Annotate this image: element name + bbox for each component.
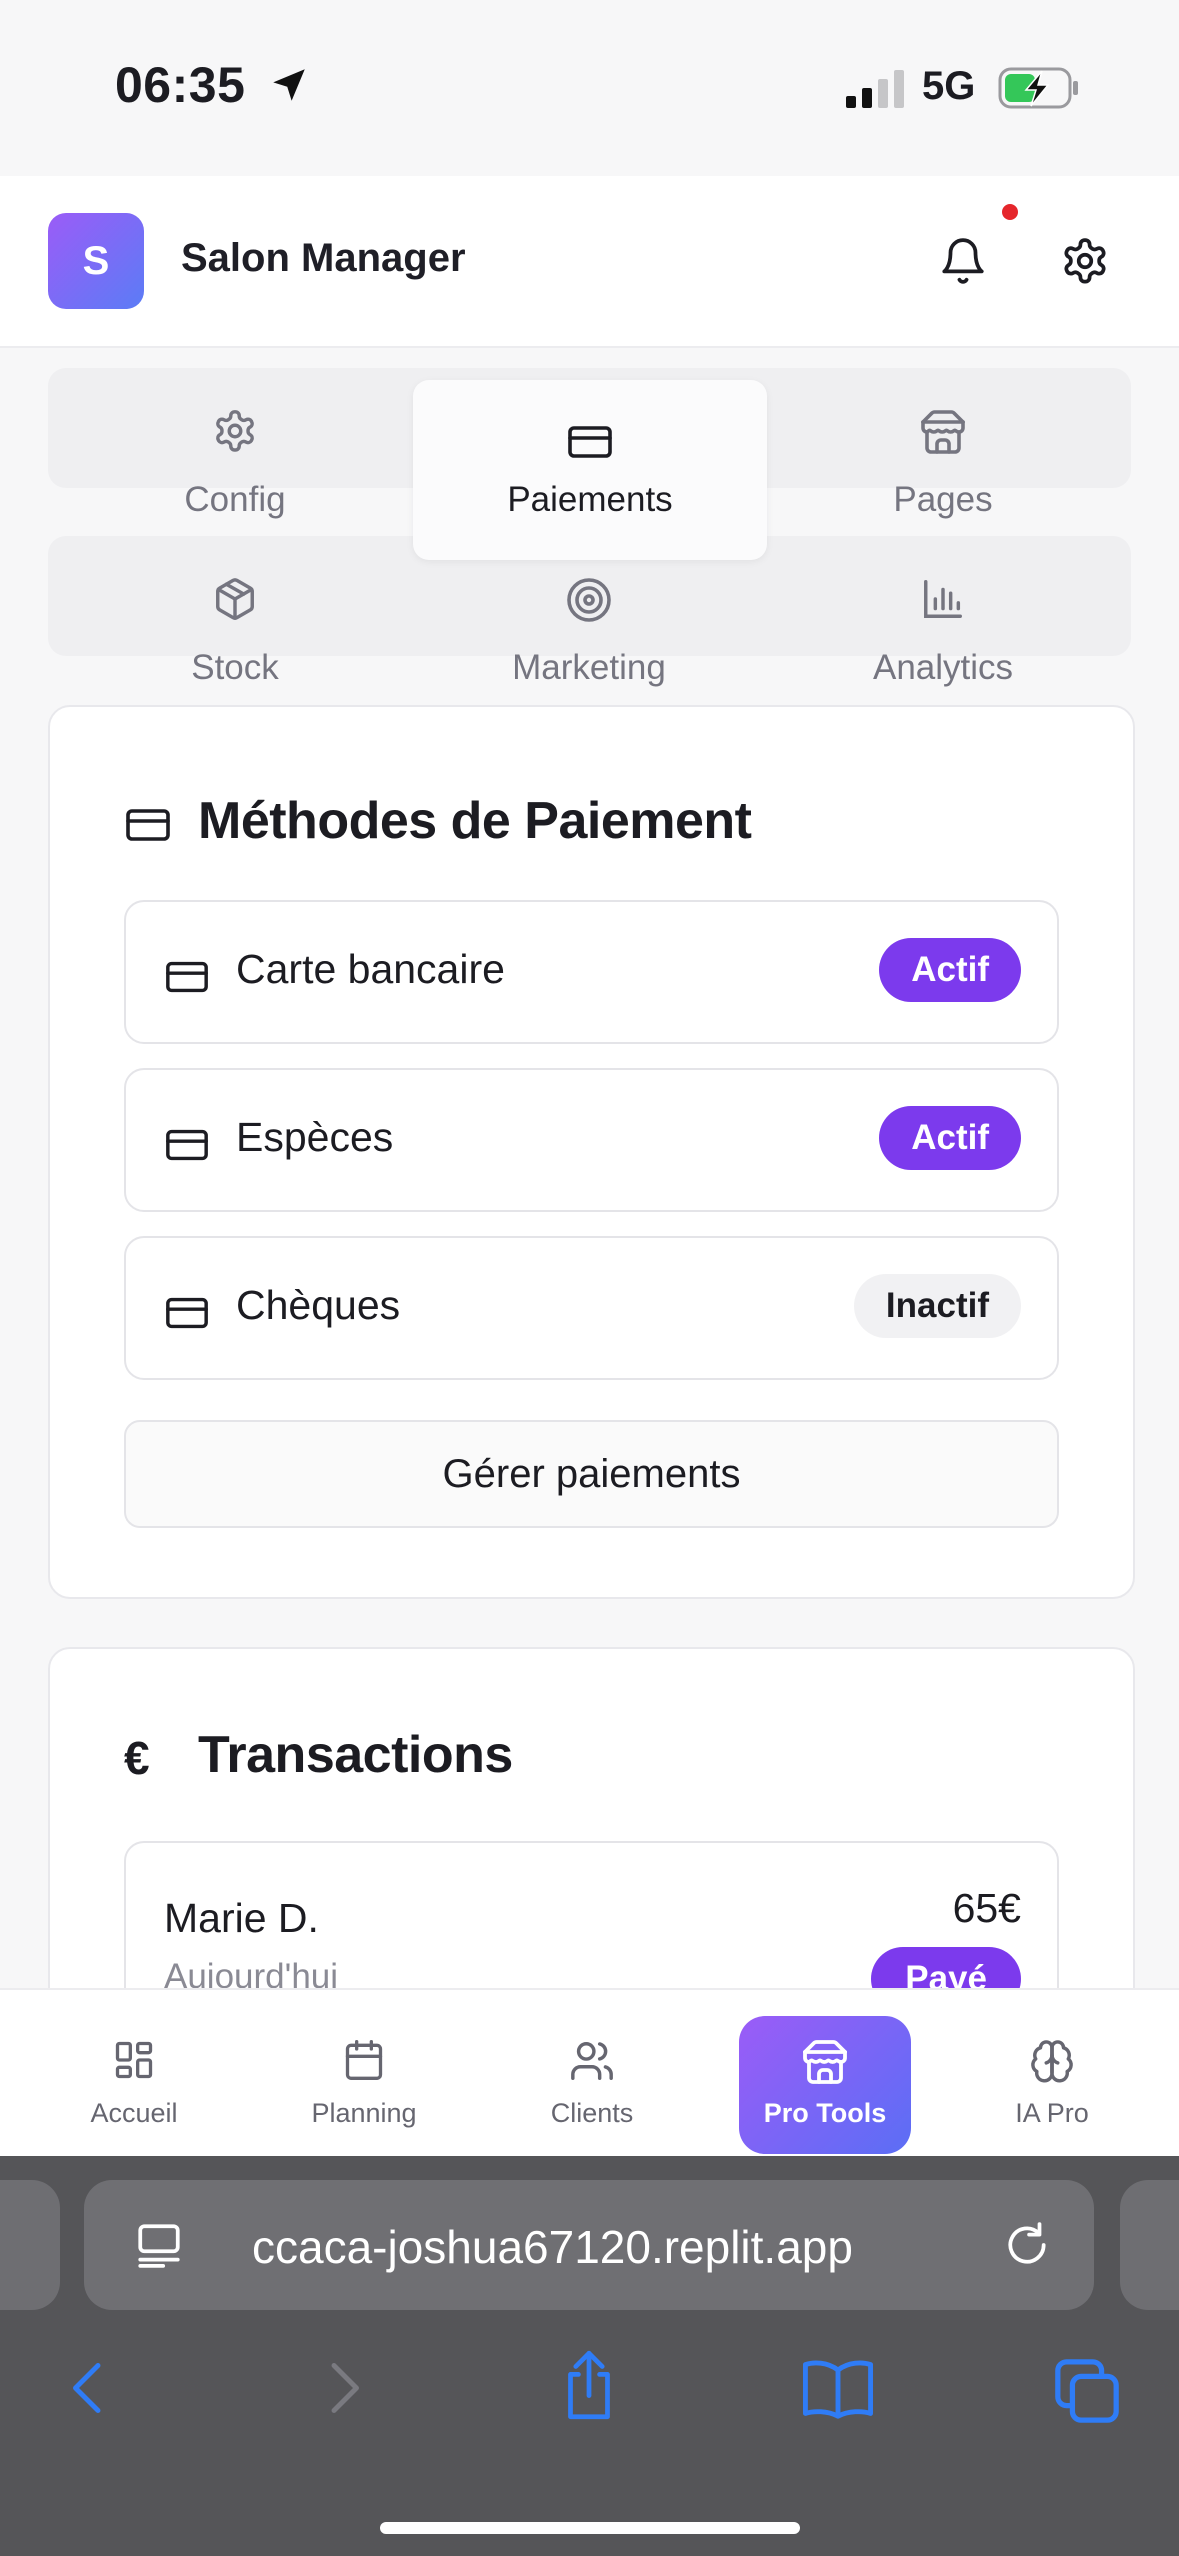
status-badge: Actif <box>879 1106 1021 1170</box>
reader-icon <box>138 2224 180 2268</box>
bell-icon <box>942 238 984 284</box>
browser-chrome: ccaca-joshua67120.replit.app <box>0 2156 1179 2556</box>
payment-method-row[interactable]: Espèces Actif <box>124 1068 1059 1212</box>
bottom-nav: Accueil Planning Clients Pro Tools IA Pr… <box>0 1988 1179 2158</box>
target-icon <box>567 578 611 622</box>
store-icon <box>921 410 965 454</box>
payment-methods-title: Méthodes de Paiement <box>198 792 752 850</box>
payment-methods-card: Méthodes de Paiement Carte bancaire Acti… <box>48 705 1135 1599</box>
gear-icon <box>216 410 254 452</box>
gear-icon <box>1064 238 1106 284</box>
nav-accueil-label: Accueil <box>90 2098 178 2128</box>
reload-icon[interactable] <box>1002 2220 1052 2270</box>
nav-ia-pro[interactable]: IA Pro <box>952 1990 1152 2158</box>
transaction-client-name: Marie D. <box>164 1895 319 1941</box>
back-icon[interactable] <box>62 2356 116 2420</box>
location-arrow-icon <box>273 69 305 101</box>
tab-config[interactable]: Config <box>58 372 412 542</box>
settings-button[interactable] <box>1060 236 1110 286</box>
tab-pages-label: Pages <box>893 480 993 519</box>
app-logo: S <box>48 213 144 309</box>
grid-icon <box>115 2041 153 2079</box>
bar-chart-icon <box>924 580 962 618</box>
package-icon <box>216 578 254 620</box>
payment-method-label: Chèques <box>236 1282 401 1328</box>
credit-card-icon <box>166 1129 208 1161</box>
notifications-button[interactable] <box>938 236 988 286</box>
next-tab-pill[interactable] <box>1120 2180 1179 2310</box>
payment-method-label: Espèces <box>236 1114 394 1160</box>
nav-pro-tools-label: Pro Tools <box>763 2098 887 2128</box>
tab-paiements[interactable]: Paiements <box>413 380 767 560</box>
bookmarks-icon[interactable] <box>800 2356 876 2422</box>
url-text: ccaca-joshua67120.replit.app <box>252 2221 853 2273</box>
credit-card-icon <box>166 1297 208 1329</box>
tab-pages[interactable]: Pages <box>766 372 1120 542</box>
nav-planning-label: Planning <box>311 2098 417 2128</box>
payment-method-label: Carte bancaire <box>236 946 505 992</box>
credit-card-icon <box>568 426 612 458</box>
cellular-signal-icon <box>846 70 904 108</box>
previous-tab-pill[interactable] <box>0 2180 60 2310</box>
notification-dot <box>1002 204 1018 220</box>
tab-marketing-label: Marketing <box>512 648 666 687</box>
tab-stock[interactable]: Stock <box>58 540 412 710</box>
nav-pro-tools[interactable]: Pro Tools <box>739 2016 911 2154</box>
status-badge: Inactif <box>853 1274 1021 1338</box>
transaction-amount: 65€ <box>952 1885 1021 1931</box>
users-icon <box>571 2042 613 2080</box>
nav-clients-label: Clients <box>550 2098 634 2128</box>
nav-accueil[interactable]: Accueil <box>34 1990 234 2158</box>
status-badge: Actif <box>879 938 1021 1002</box>
transactions-title: Transactions <box>198 1726 513 1784</box>
tab-analytics-label: Analytics <box>872 648 1014 687</box>
tab-stock-label: Stock <box>191 648 279 687</box>
network-type: 5G <box>922 64 976 108</box>
home-indicator <box>380 2522 800 2534</box>
credit-card-icon <box>166 961 208 993</box>
calendar-icon <box>345 2040 383 2080</box>
store-icon <box>803 2040 847 2084</box>
tabs-icon[interactable] <box>1052 2356 1122 2426</box>
payment-method-row[interactable]: Carte bancaire Actif <box>124 900 1059 1044</box>
brain-icon <box>1031 2040 1073 2083</box>
address-bar[interactable]: ccaca-joshua67120.replit.app <box>84 2180 1094 2310</box>
status-bar: 06:35 5G <box>0 0 1179 176</box>
app-header: S Salon Manager <box>0 176 1179 348</box>
tab-marketing[interactable]: Marketing <box>412 540 766 710</box>
tab-analytics[interactable]: Analytics <box>766 540 1120 710</box>
euro-icon: € <box>124 1732 150 1784</box>
credit-card-icon <box>126 809 170 841</box>
status-time: 06:35 <box>115 57 246 113</box>
tab-paiements-label: Paiements <box>507 480 673 519</box>
nav-ia-pro-label: IA Pro <box>1015 2098 1089 2128</box>
battery-charging-icon <box>998 67 1078 109</box>
nav-planning[interactable]: Planning <box>264 1990 464 2158</box>
share-icon[interactable] <box>556 2348 622 2422</box>
payment-method-row[interactable]: Chèques Inactif <box>124 1236 1059 1380</box>
app-title: Salon Manager <box>181 236 466 280</box>
tab-config-label: Config <box>184 480 286 519</box>
forward-icon[interactable] <box>316 2356 370 2420</box>
manage-payments-button[interactable]: Gérer paiements <box>124 1420 1059 1528</box>
nav-clients[interactable]: Clients <box>492 1990 692 2158</box>
